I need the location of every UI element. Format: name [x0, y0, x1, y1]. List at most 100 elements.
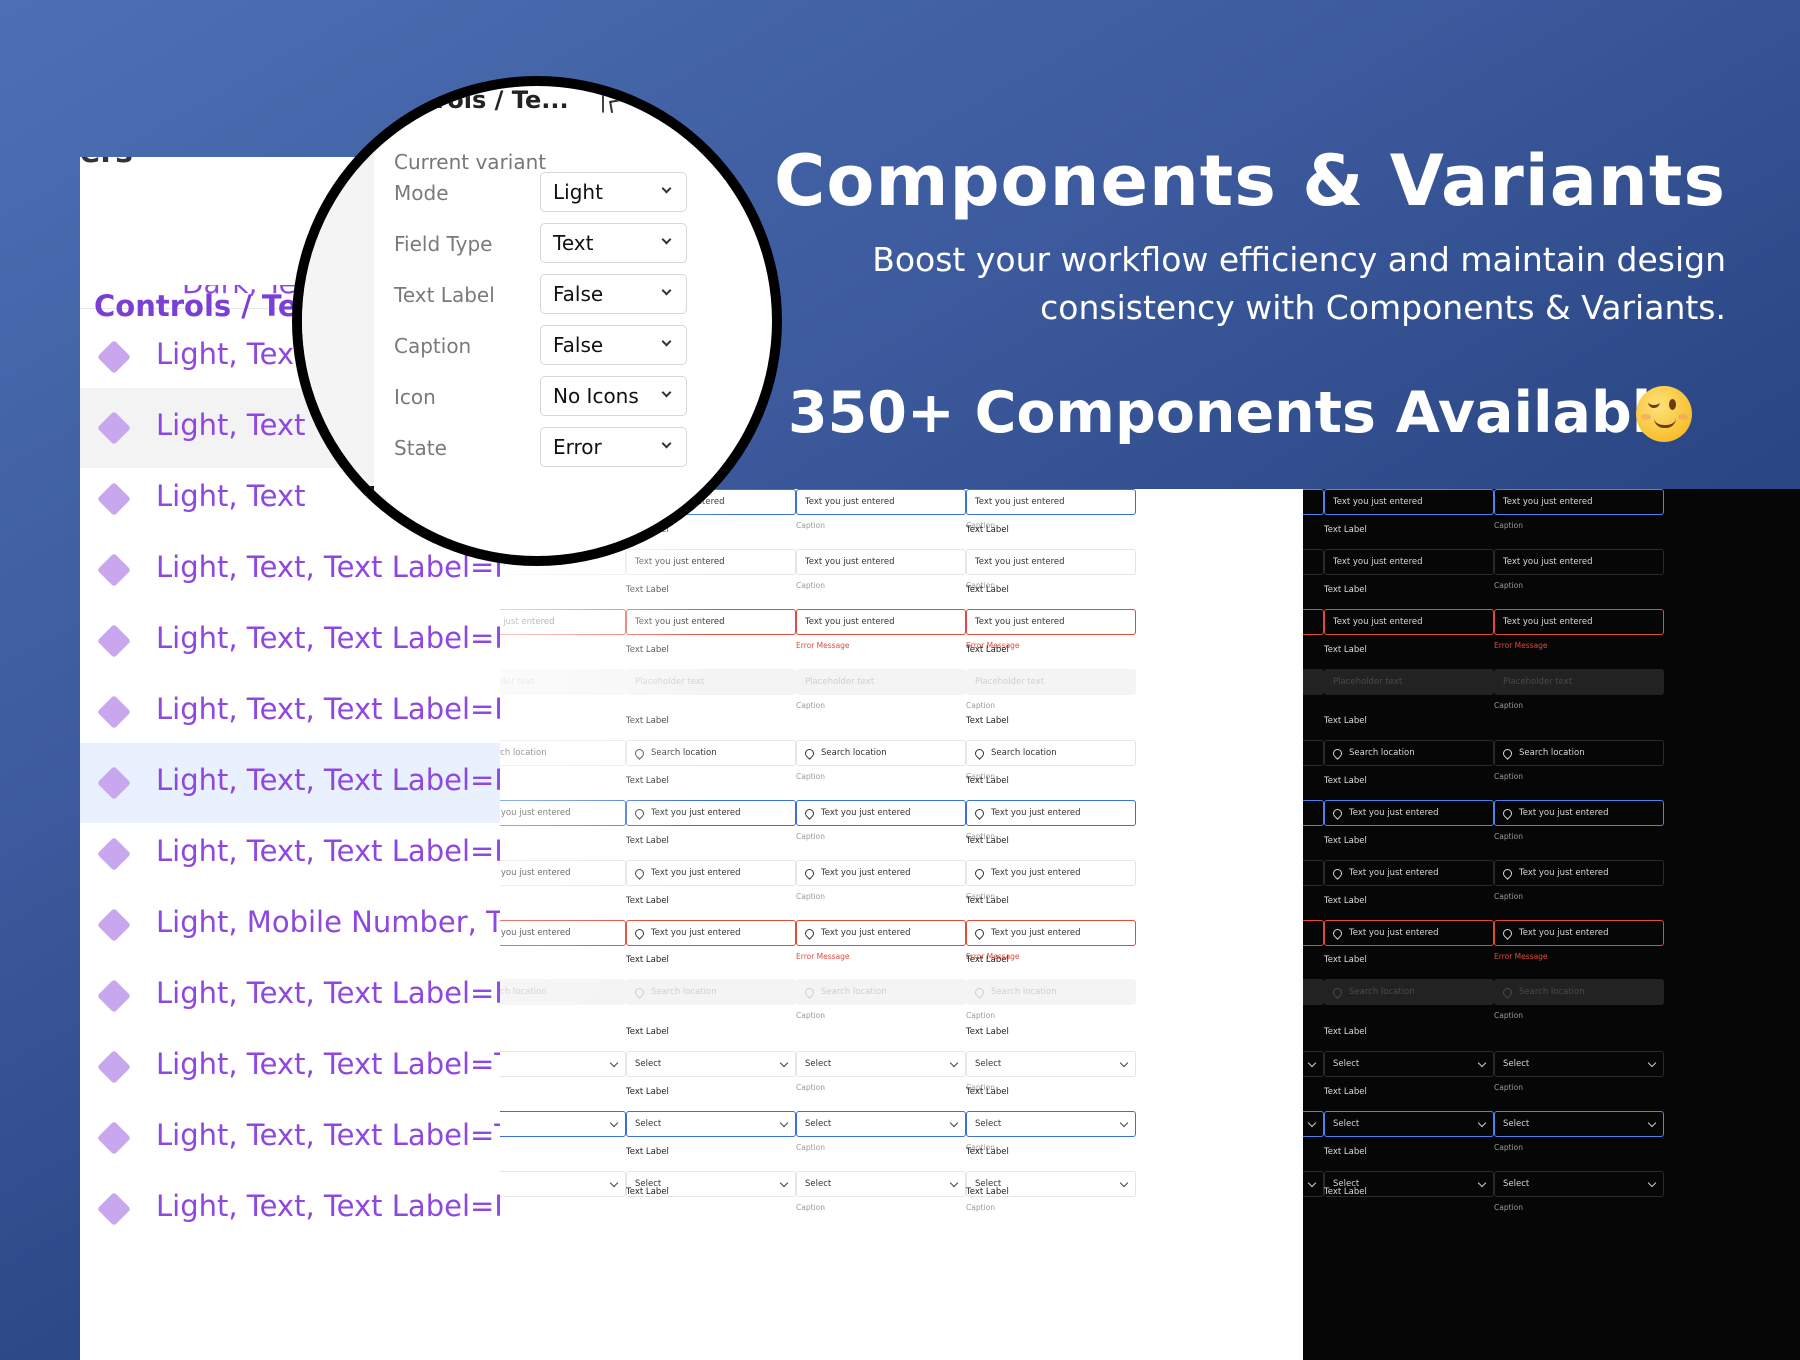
text-field[interactable]: Placeholder text: [626, 669, 796, 695]
property-dropdown[interactable]: No Icons: [540, 376, 687, 416]
text-field[interactable]: Search location: [626, 740, 796, 766]
text-field[interactable]: Text you just entered: [966, 549, 1136, 575]
text-field[interactable]: Text you just entered: [626, 860, 796, 886]
text-field[interactable]: Text you just entered: [626, 549, 796, 575]
text-field[interactable]: Text you just entered: [1324, 860, 1494, 886]
text-field[interactable]: Select: [796, 1111, 966, 1137]
layer-item[interactable]: Light, Mobile Number, Tex: [80, 885, 500, 965]
text-field[interactable]: Text you just entered: [1303, 920, 1324, 946]
property-dropdown[interactable]: False: [540, 325, 687, 365]
text-field[interactable]: Text you just entered: [626, 920, 796, 946]
layer-item[interactable]: Light, Text, Text Label=Fa: [80, 601, 500, 681]
text-field[interactable]: Select: [796, 1171, 966, 1197]
component-diamond-icon: [97, 979, 131, 1013]
text-field[interactable]: Select: [966, 1051, 1136, 1077]
text-field[interactable]: Placeholder text: [966, 669, 1136, 695]
text-field[interactable]: Search location: [966, 979, 1136, 1005]
text-field[interactable]: Text you just entered: [1303, 860, 1324, 886]
text-field[interactable]: Text you just entered: [1303, 609, 1324, 635]
layer-item[interactable]: Light, Text, Text Label=Fa: [80, 814, 500, 894]
text-field[interactable]: Search location: [500, 979, 626, 1005]
text-field[interactable]: Search location: [500, 740, 626, 766]
text-field[interactable]: Text you just entered: [500, 609, 626, 635]
text-field[interactable]: Placeholder text: [1494, 669, 1664, 695]
text-field[interactable]: Text you just entered: [500, 860, 626, 886]
text-field[interactable]: Text you just entered: [966, 860, 1136, 886]
text-field[interactable]: Text you just entered: [966, 920, 1136, 946]
text-field[interactable]: Text you just entered: [966, 800, 1136, 826]
text-field[interactable]: Search location: [966, 740, 1136, 766]
text-field[interactable]: Text you just entered: [796, 549, 966, 575]
text-field[interactable]: Search location: [796, 979, 966, 1005]
text-field[interactable]: Text you just entered: [796, 860, 966, 886]
chevron-down-icon: [661, 183, 672, 194]
text-field[interactable]: Placeholder text: [1324, 669, 1494, 695]
layer-item[interactable]: Light, Text, Text Label=Fa: [80, 743, 500, 823]
text-field[interactable]: Select: [1303, 1111, 1324, 1137]
chevron-down-icon: [661, 336, 672, 347]
property-dropdown[interactable]: Text: [540, 223, 687, 263]
text-field[interactable]: Text you just entered: [1494, 489, 1664, 515]
layer-item[interactable]: Light, Text, Text Label=Tr: [80, 1098, 500, 1178]
field-text-label: Text Label: [1324, 1147, 1367, 1157]
text-field[interactable]: Text you just entered: [500, 920, 626, 946]
text-field[interactable]: Text you just entered: [1324, 489, 1494, 515]
text-field[interactable]: Placeholder text: [500, 669, 626, 695]
text-field[interactable]: Text you just entered: [1324, 800, 1494, 826]
text-field[interactable]: Select: [500, 1111, 626, 1137]
text-field[interactable]: Text you just entered: [796, 609, 966, 635]
layer-item[interactable]: Light, Text, Text Label=Tr: [80, 1027, 500, 1107]
select-instance-icon[interactable]: [602, 92, 624, 114]
text-field[interactable]: Select: [796, 1051, 966, 1077]
text-field[interactable]: Select: [1494, 1051, 1664, 1077]
layer-item[interactable]: Light, Text, Text Label=Fa: [80, 672, 500, 752]
text-field[interactable]: Select: [500, 1051, 626, 1077]
text-field[interactable]: Text you just entered: [1303, 800, 1324, 826]
text-field[interactable]: Text you just entered: [1324, 549, 1494, 575]
text-field[interactable]: Select: [1324, 1111, 1494, 1137]
text-field[interactable]: Select: [966, 1111, 1136, 1137]
text-field[interactable]: Text you just entered: [796, 800, 966, 826]
text-field[interactable]: Select: [626, 1111, 796, 1137]
text-field[interactable]: Select: [1494, 1111, 1664, 1137]
text-field[interactable]: Text you just entered: [1324, 609, 1494, 635]
property-dropdown[interactable]: False: [540, 274, 687, 314]
text-field[interactable]: Text you just entered: [626, 800, 796, 826]
text-field[interactable]: Text you just entered: [796, 489, 966, 515]
text-field[interactable]: Search location: [1494, 740, 1664, 766]
text-field[interactable]: Select: [626, 1051, 796, 1077]
text-field[interactable]: Text you just entered: [1494, 920, 1664, 946]
text-field[interactable]: Text you just entered: [1494, 549, 1664, 575]
text-field[interactable]: Select: [1494, 1171, 1664, 1197]
text-field[interactable]: Text you just entered: [796, 920, 966, 946]
text-field[interactable]: Search location: [626, 979, 796, 1005]
text-field[interactable]: Placeholder text: [1303, 669, 1324, 695]
text-field[interactable]: Select: [1303, 1171, 1324, 1197]
text-field[interactable]: Search location: [1303, 979, 1324, 1005]
text-field[interactable]: Select: [500, 1171, 626, 1197]
property-dropdown[interactable]: Light: [540, 172, 687, 212]
component-diamond-icon: [97, 482, 131, 516]
text-field[interactable]: Text you just entered: [966, 609, 1136, 635]
text-field[interactable]: Text you just entered: [966, 489, 1136, 515]
layer-item[interactable]: Light, Text, Text Label=Fa: [80, 1169, 500, 1249]
text-field[interactable]: Text you just entered: [1324, 920, 1494, 946]
text-field[interactable]: Text you just entered: [1494, 800, 1664, 826]
text-field[interactable]: Text you just entered: [1494, 860, 1664, 886]
text-field[interactable]: Text you just entered: [1303, 489, 1324, 515]
text-field[interactable]: Search location: [1324, 740, 1494, 766]
text-field[interactable]: Search location: [1303, 740, 1324, 766]
text-field[interactable]: Placeholder text: [796, 669, 966, 695]
field-value: Select: [805, 1059, 832, 1069]
text-field[interactable]: Search location: [796, 740, 966, 766]
text-field[interactable]: Text you just entered: [500, 800, 626, 826]
text-field[interactable]: Search location: [1494, 979, 1664, 1005]
text-field[interactable]: Text you just entered: [1303, 549, 1324, 575]
layer-item[interactable]: Light, Text, Text Label=Fa: [80, 956, 500, 1036]
text-field[interactable]: Select: [1324, 1051, 1494, 1077]
text-field[interactable]: Select: [1303, 1051, 1324, 1077]
text-field[interactable]: Search location: [1324, 979, 1494, 1005]
property-dropdown[interactable]: Error: [540, 427, 687, 467]
text-field[interactable]: Text you just entered: [626, 609, 796, 635]
text-field[interactable]: Text you just entered: [1494, 609, 1664, 635]
